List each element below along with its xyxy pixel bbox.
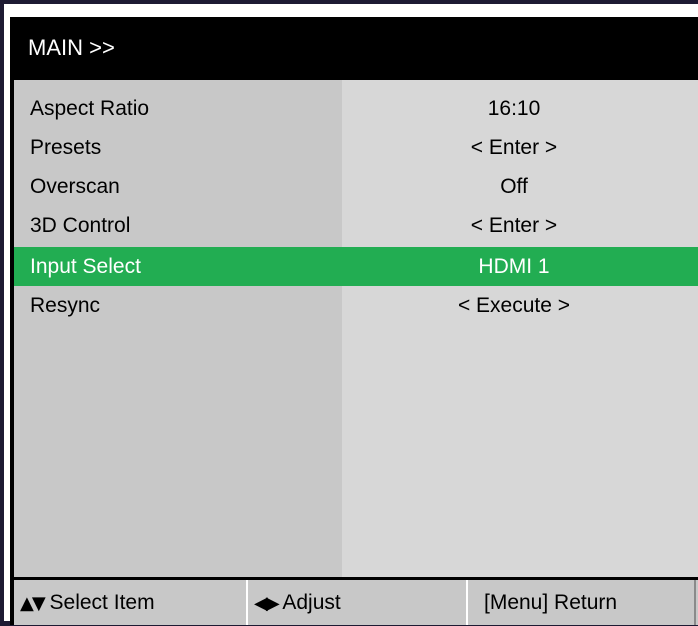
select-item-label: Select Item xyxy=(49,591,155,614)
menu-item-value: Off xyxy=(500,175,528,198)
menu-title: MAIN >> xyxy=(10,17,698,79)
adjust-label: Adjust xyxy=(282,591,341,614)
menu-item-input-select[interactable]: Input Select HDMI 1 xyxy=(14,247,698,286)
osd-menu-frame: MAIN >> Aspect Ratio 16:10 Presets < Ent… xyxy=(10,17,698,625)
menu-item-label: Presets xyxy=(30,136,102,159)
menu-item-value: 16:10 xyxy=(487,97,541,120)
left-right-arrows-icon: ◀▶ xyxy=(254,593,280,614)
status-adjust: ◀▶ Adjust xyxy=(248,580,466,625)
menu-item-value: < Enter > xyxy=(470,136,558,159)
menu-item-value: < Enter > xyxy=(470,214,558,237)
status-bar: ▲▼ Select Item ◀▶ Adjust [Menu] Return xyxy=(14,580,698,625)
menu-item-label: Input Select xyxy=(30,255,141,278)
status-divider xyxy=(694,580,696,625)
up-down-arrows-icon: ▲▼ xyxy=(20,593,46,614)
menu-item-label: Resync xyxy=(30,294,101,317)
return-label: [Menu] Return xyxy=(484,591,618,614)
osd-window: MAIN >> Aspect Ratio 16:10 Presets < Ent… xyxy=(4,4,698,625)
menu-item-value: < Execute > xyxy=(457,294,571,317)
menu-item-label: Aspect Ratio xyxy=(30,97,150,120)
status-return: [Menu] Return xyxy=(468,580,694,625)
menu-item-label: 3D Control xyxy=(30,214,131,237)
status-select-item: ▲▼ Select Item xyxy=(14,580,246,625)
menu-item-value: HDMI 1 xyxy=(478,255,550,278)
menu-list: Aspect Ratio 16:10 Presets < Enter > Ove… xyxy=(14,80,698,577)
menu-item-label: Overscan xyxy=(30,175,120,198)
menu-item-overscan[interactable]: Overscan Off xyxy=(14,167,698,206)
menu-item-presets[interactable]: Presets < Enter > xyxy=(14,128,698,167)
menu-item-resync[interactable]: Resync < Execute > xyxy=(14,286,698,325)
menu-item-3d-control[interactable]: 3D Control < Enter > xyxy=(14,206,698,245)
menu-item-aspect-ratio[interactable]: Aspect Ratio 16:10 xyxy=(14,89,698,128)
